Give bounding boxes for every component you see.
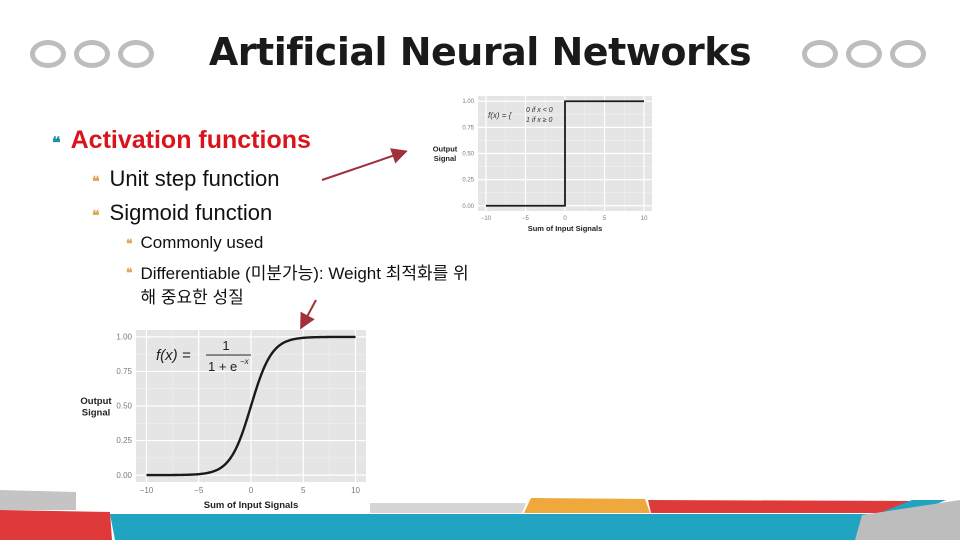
footer-stripe-lightgray-2 [480, 503, 526, 513]
y-axis-label: Output [433, 145, 458, 154]
y-axis-label: Output [80, 396, 112, 407]
bullet-text-continued: 해 중요한 성질 [140, 288, 244, 307]
x-axis-label: Sum of Input Signals [528, 224, 603, 233]
quote-bullet-icon: ❝ [52, 133, 61, 152]
footer-stripe-orange [524, 498, 650, 513]
x-tick-label: 5 [603, 216, 607, 222]
x-tick-label: 10 [351, 486, 360, 495]
bullet-text: Activation functions [70, 126, 311, 154]
bullet-sigmoid: ❝ Sigmoid function [92, 200, 272, 226]
formula-exponent: −x [240, 357, 250, 366]
bullet-text: Differentiable (미분가능): Weight 최적화를 위 [140, 264, 469, 283]
quote-bullet-icon: ❝ [92, 174, 100, 190]
footer-stripe-gray-right [855, 500, 960, 540]
unit-step-chart-svg: −10 −5 0 5 10 0.00 0.25 0.50 0.75 1.00 Sum of Inpu… [433, 96, 652, 233]
footer-stripe-gray-left [0, 490, 76, 510]
y-axis-label: Signal [82, 408, 111, 419]
formula-numerator: 1 [222, 338, 229, 353]
x-tick-label: 5 [301, 486, 306, 495]
bullet-commonly-used: ❝ Commonly used [126, 233, 263, 253]
x-tick-label: −5 [522, 216, 530, 222]
y-axis-label: Signal [434, 154, 457, 163]
y-tick-label: 1.00 [116, 333, 132, 342]
footer-stripe-red-right [648, 500, 910, 513]
y-tick-label: 0.25 [462, 178, 474, 184]
x-tick-label: −10 [481, 216, 492, 222]
slide-title: Artificial Neural Networks [208, 30, 752, 74]
formula-denominator: 1 + e [208, 359, 237, 374]
sigmoid-chart-svg: −10 −5 0 5 10 0.00 0.25 0.50 0.75 1.00 Sum of Inpu… [76, 328, 372, 514]
x-tick-label: 10 [641, 216, 648, 222]
arrow-to-unit-step-chart [321, 148, 408, 181]
bullet-text: Sigmoid function [109, 200, 273, 225]
y-tick-label: 0.00 [462, 204, 474, 210]
bullet-activation-functions: ❝ Activation functions [52, 126, 311, 155]
bullet-text: Commonly used [140, 233, 264, 252]
bullet-differentiable: ❝ Differentiable (미분가능): Weight 최적화를 위 해… [126, 262, 469, 310]
y-tick-label: 0.75 [462, 125, 474, 131]
sigmoid-chart: −10 −5 0 5 10 0.00 0.25 0.50 0.75 1.00 Sum of Inpu… [76, 328, 372, 519]
formula-lhs: f(x) = [156, 347, 191, 364]
y-tick-label: 0.75 [116, 367, 132, 376]
y-tick-label: 1.00 [462, 99, 474, 105]
footer-stripe-lightgray [370, 503, 480, 513]
y-tick-label: 0.25 [116, 436, 132, 445]
footer-stripe-teal-small [882, 500, 946, 512]
y-tick-label: 0.00 [116, 471, 132, 480]
y-tick-label: 0.50 [116, 402, 132, 411]
x-axis-label: Sum of Input Signals [204, 500, 298, 511]
formula-lhs: f(x) = { [488, 111, 513, 120]
quote-bullet-icon: ❝ [126, 237, 133, 251]
quote-bullet-icon: ❝ [92, 208, 100, 224]
x-tick-label: −5 [194, 486, 204, 495]
quote-bullet-icon: ❝ [126, 266, 133, 280]
x-tick-label: 0 [249, 486, 254, 495]
bullet-unit-step: ❝ Unit step function [92, 166, 280, 192]
formula-case-1: 0 if x < 0 [526, 107, 553, 114]
unit-step-chart: −10 −5 0 5 10 0.00 0.25 0.50 0.75 1.00 Sum of Inpu… [428, 92, 660, 239]
formula-case-2: 1 if x ≥ 0 [526, 117, 553, 124]
bullet-text: Unit step function [109, 166, 280, 191]
x-tick-label: −10 [140, 486, 154, 495]
y-tick-label: 0.50 [462, 152, 474, 158]
x-tick-label: 0 [563, 216, 567, 222]
